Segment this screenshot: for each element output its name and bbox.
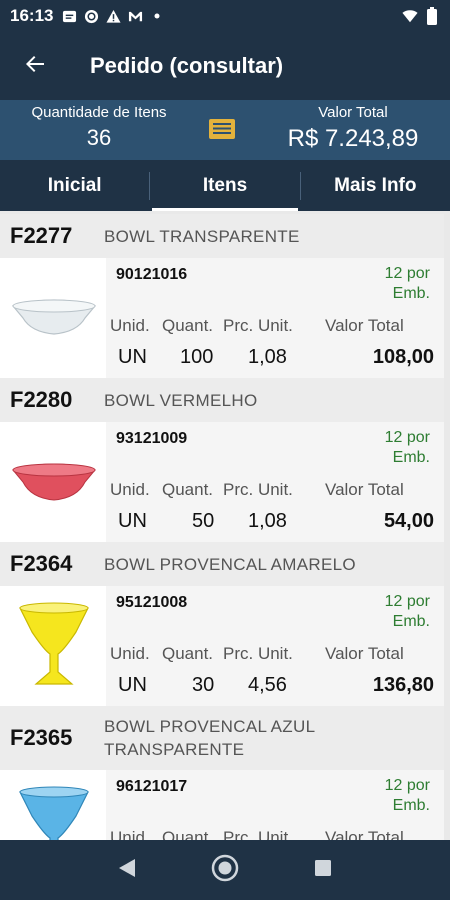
item-body: 90121016 12 por Emb. Unid. Quant. Prc. U…	[0, 258, 444, 378]
item-packaging: 12 por Emb.	[384, 265, 430, 302]
product-image	[4, 586, 104, 706]
item-total: 54,00	[383, 510, 434, 532]
item-code: F2365	[10, 725, 73, 750]
item-prc-unit: 1,08	[248, 510, 287, 532]
nav-recents-icon[interactable]	[313, 858, 333, 883]
back-button[interactable]	[0, 32, 70, 100]
product-image	[4, 258, 104, 378]
item-quant: 100	[180, 346, 214, 368]
gmail-icon	[127, 8, 143, 24]
item-code: F2364	[10, 551, 73, 576]
tab-inicial[interactable]: Inicial	[0, 160, 149, 211]
label-valor-total: Valor Total	[325, 480, 404, 499]
items-quantity-label: Quantidade de Itens	[31, 104, 167, 121]
sync-icon	[83, 8, 99, 24]
label-prc-unit: Prc. Unit.	[223, 644, 293, 663]
order-total-value: R$ 7.243,89	[287, 125, 419, 152]
label-valor-total: Valor Total	[325, 316, 404, 335]
label-unid: Unid.	[110, 644, 150, 663]
item-reference: 95121008	[116, 594, 188, 611]
order-total: Valor Total R$ 7.243,89	[268, 104, 438, 153]
label-quant: Quant.	[162, 644, 214, 663]
item-header: F2280 BOWL VERMELHO	[0, 378, 444, 422]
label-prc-unit: Prc. Unit.	[223, 480, 293, 499]
item-description: BOWL PROVENCAL AMARELO	[104, 554, 356, 574]
item-unid: UN	[118, 510, 147, 532]
label-unid: Unid.	[110, 480, 150, 499]
item-header: F2364 BOWL PROVENCAL AMARELO	[0, 542, 444, 586]
label-unid: Unid.	[110, 316, 150, 335]
item-reference: 93121009	[116, 430, 188, 447]
label-quant: Quant.	[162, 316, 214, 335]
product-image	[4, 770, 104, 840]
item-body: 95121008 12 por Emb. Unid. Quant. Prc. U…	[0, 586, 444, 706]
status-bar: 16:13	[0, 0, 450, 32]
item-code: F2280	[10, 387, 73, 412]
arrow-left-icon	[23, 52, 47, 81]
item-body: 93121009 12 por Emb. Unid. Quant. Prc. U…	[0, 422, 444, 542]
list-item[interactable]: F2365 BOWL PROVENCAL AZUL TRANSPARENTE 9…	[0, 706, 444, 840]
item-description: BOWL VERMELHO	[104, 390, 258, 410]
item-reference: 90121016	[116, 266, 188, 283]
label-unid: Unid.	[110, 828, 150, 840]
label-quant: Quant.	[162, 480, 214, 499]
warning-icon	[105, 8, 121, 24]
item-code: F2277	[10, 223, 73, 248]
item-description: BOWL PROVENCAL AZUL TRANSPARENTE	[104, 717, 315, 759]
item-header: F2277 BOWL TRANSPARENTE	[0, 214, 444, 258]
label-valor-total: Valor Total	[325, 828, 404, 840]
item-unid: UN	[118, 674, 147, 696]
item-quant: 50	[192, 510, 215, 532]
items-quantity: Quantidade de Itens 36	[14, 104, 184, 151]
item-info: 95121008 12 por Emb. Unid. Quant. Prc. U…	[106, 586, 444, 706]
item-prc-unit: 1,08	[248, 346, 287, 368]
item-packaging: 12 por Emb.	[384, 429, 430, 466]
page-title: Pedido (consultar)	[90, 53, 284, 78]
item-total: 136,80	[372, 674, 434, 696]
item-packaging: 12 por Emb.	[384, 593, 430, 630]
label-prc-unit: Prc. Unit.	[223, 828, 293, 840]
item-total: 108,00	[372, 346, 434, 368]
item-info: 96121017 12 por Emb. Unid. Quant. Prc. U…	[106, 770, 444, 840]
message-icon	[61, 8, 77, 24]
nav-home-icon[interactable]	[210, 853, 240, 888]
tab-itens[interactable]: Itens	[150, 160, 299, 211]
label-valor-total: Valor Total	[325, 644, 404, 663]
order-total-label: Valor Total	[318, 104, 388, 121]
item-reference: 96121017	[116, 778, 188, 795]
label-prc-unit: Prc. Unit.	[223, 316, 293, 335]
item-quant: 30	[192, 674, 215, 696]
tab-mais-info[interactable]: Mais Info	[301, 160, 450, 211]
item-body: 96121017 12 por Emb. Unid. Quant. Prc. U…	[0, 770, 444, 840]
order-summary: Quantidade de Itens 36 Valor Total R$ 7.…	[0, 100, 450, 160]
dot-icon	[149, 8, 165, 24]
item-description: BOWL TRANSPARENTE	[104, 226, 300, 246]
keyboard-icon[interactable]	[208, 118, 236, 140]
item-unid: UN	[118, 346, 147, 368]
nav-back-icon[interactable]	[117, 857, 137, 884]
list-item[interactable]: F2364 BOWL PROVENCAL AMARELO 95121008 12…	[0, 542, 444, 706]
item-info: 93121009 12 por Emb. Unid. Quant. Prc. U…	[106, 422, 444, 542]
tab-bar: Inicial Itens Mais Info	[0, 160, 450, 211]
list-item[interactable]: F2277 BOWL TRANSPARENTE 90121016 12 por …	[0, 214, 444, 378]
status-time: 16:13	[10, 6, 54, 25]
item-prc-unit: 4,56	[248, 674, 287, 696]
list-item[interactable]: F2280 BOWL VERMELHO 93121009 12 por Emb.…	[0, 378, 444, 542]
item-packaging: 12 por Emb.	[384, 777, 430, 814]
battery-icon	[424, 7, 440, 25]
items-list[interactable]: F2277 BOWL TRANSPARENTE 90121016 12 por …	[0, 211, 450, 840]
app-bar: Pedido (consultar)	[0, 32, 450, 100]
item-header: F2365 BOWL PROVENCAL AZUL TRANSPARENTE	[0, 706, 444, 770]
item-info: 90121016 12 por Emb. Unid. Quant. Prc. U…	[106, 258, 444, 378]
items-quantity-value: 36	[86, 125, 112, 150]
label-quant: Quant.	[162, 828, 214, 840]
wifi-icon	[402, 8, 418, 24]
product-image	[4, 422, 104, 542]
system-nav-bar	[0, 840, 450, 900]
